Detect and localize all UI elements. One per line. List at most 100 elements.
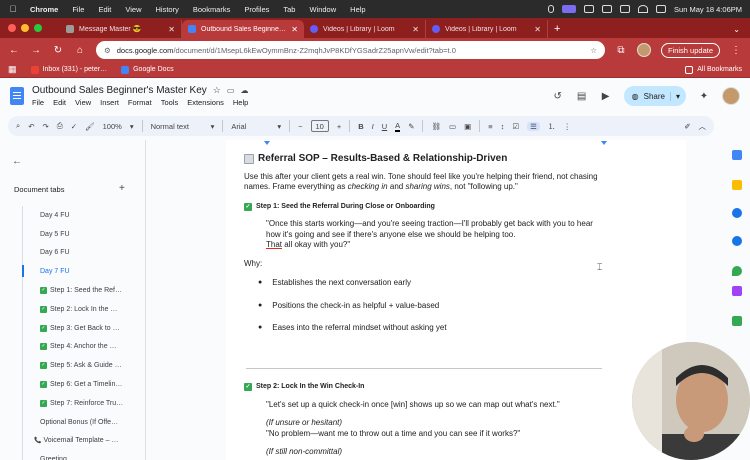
sidebar-tab-item[interactable]: Day 5 FU (22, 225, 142, 244)
menu-history[interactable]: History (156, 5, 179, 14)
site-info-icon[interactable]: ⚙ (104, 46, 111, 55)
sidebar-tab-item[interactable]: Day 7 FU (22, 262, 142, 281)
docs-menu-extensions[interactable]: Extensions (187, 98, 224, 107)
maximize-window-button[interactable] (34, 24, 42, 32)
docs-menu-format[interactable]: Format (128, 98, 152, 107)
sidebar-tab-item[interactable]: ✓ Step 6: Get a Timelin… (22, 375, 142, 394)
menubar-clock[interactable]: Sun May 18 4:06PM (674, 5, 742, 14)
spelling-underline-word[interactable]: That (266, 240, 282, 249)
maps-icon[interactable] (732, 266, 742, 276)
reload-icon[interactable]: ↻ (52, 45, 64, 56)
tab-search-chevron-icon[interactable]: ⌄ (733, 20, 740, 38)
webcam-bubble[interactable] (632, 342, 750, 460)
history-icon[interactable]: ↺ (552, 90, 564, 102)
control-center-icon[interactable] (656, 5, 667, 13)
menu-app-name[interactable]: Chrome (30, 5, 58, 14)
battery-icon[interactable] (620, 5, 631, 13)
ruler-indent-marker[interactable] (264, 141, 270, 145)
close-sidebar-arrow-icon[interactable]: ← (12, 156, 22, 167)
sidebar-tab-item[interactable]: Greeting (22, 450, 142, 460)
underline-icon[interactable]: U (382, 122, 387, 131)
document-body[interactable]: Referral SOP – Results-Based & Relations… (244, 153, 604, 346)
close-tab-icon[interactable]: ✕ (534, 25, 541, 34)
document-title[interactable]: Outbound Sales Beginner's Master Key (32, 85, 207, 96)
bold-icon[interactable]: B (358, 122, 363, 131)
docs-menu-help[interactable]: Help (233, 98, 248, 107)
status-icon[interactable] (602, 5, 613, 13)
back-arrow-icon[interactable]: ← (8, 45, 20, 56)
gemini-sparkle-icon[interactable]: ✦ (698, 90, 710, 102)
browser-tab[interactable]: Videos | Library | Loom ✕ (304, 20, 426, 38)
move-folder-icon[interactable]: ▭ (227, 86, 235, 95)
paragraph-style-select[interactable]: Normal text (151, 122, 203, 131)
screen-record-icon[interactable] (562, 5, 577, 13)
add-comment-icon[interactable]: ▭ (449, 122, 456, 131)
zoom-select[interactable]: 100% (103, 122, 122, 131)
browser-tab-active[interactable]: Outbound Sales Beginner's Ma… ✕ (182, 20, 304, 38)
close-tab-icon[interactable]: ✕ (291, 25, 298, 34)
apple-icon[interactable]:  (8, 4, 18, 14)
address-bar[interactable]: ⚙ docs.google.com/document/d/1MsepL6kEwO… (96, 41, 605, 59)
close-tab-icon[interactable]: ✕ (168, 25, 175, 34)
close-tab-icon[interactable]: ✕ (412, 25, 419, 34)
docs-menu-tools[interactable]: Tools (161, 98, 179, 107)
add-icon[interactable] (732, 314, 742, 324)
sidebar-tab-item[interactable]: Day 4 FU (22, 206, 142, 225)
extensions-icon[interactable]: ⧉ (615, 45, 627, 56)
ruler-indent-marker[interactable] (601, 141, 607, 145)
font-size-input[interactable]: 10 (310, 120, 329, 132)
sidebar-tab-item[interactable]: 📞 Voicemail Template – … (22, 432, 142, 451)
chevron-down-icon[interactable]: ▾ (669, 91, 680, 101)
docs-menu-insert[interactable]: Insert (100, 98, 119, 107)
browser-tab[interactable]: Videos | Library | Loom ✕ (426, 20, 548, 38)
tasks-icon[interactable] (732, 208, 742, 218)
all-bookmarks-button[interactable]: All Bookmarks (685, 65, 742, 74)
browser-tab[interactable]: Message Master 😎 ✕ (60, 20, 182, 38)
docs-menu-edit[interactable]: Edit (53, 98, 66, 107)
highlight-color-icon[interactable]: ✎ (408, 122, 414, 131)
menu-bookmarks[interactable]: Bookmarks (193, 5, 231, 14)
bookmark-star-icon[interactable]: ☆ (590, 46, 597, 55)
bulleted-list-icon[interactable]: ☰ (527, 121, 540, 131)
decrease-font-size-icon[interactable]: − (298, 122, 302, 131)
account-avatar[interactable] (722, 87, 740, 105)
sidebar-tab-item[interactable]: Day 6 FU (22, 244, 142, 263)
contacts-icon[interactable] (732, 236, 742, 246)
spellcheck-icon[interactable]: ✓ (71, 122, 77, 131)
insert-image-icon[interactable]: ▣ (464, 122, 471, 131)
comments-icon[interactable]: ▤ (576, 90, 588, 102)
sidebar-tab-item[interactable]: ✓ Step 1: Seed the Ref… (22, 281, 142, 300)
apps-grid-icon[interactable]: ▦ (8, 64, 17, 75)
sidebar-tab-item[interactable]: ✓ Step 7: Reinforce Tru… (22, 394, 142, 413)
line-spacing-icon[interactable]: ↕ (501, 122, 505, 131)
new-tab-button[interactable]: + (554, 20, 560, 38)
sidebar-tab-item[interactable]: Optional Bonus (If Offe… (22, 413, 142, 432)
microphone-icon[interactable] (548, 5, 555, 13)
bookmark-item[interactable]: Google Docs (121, 65, 174, 74)
italic-icon[interactable]: I (372, 122, 374, 131)
minimize-window-button[interactable] (21, 24, 29, 32)
close-window-button[interactable] (8, 24, 16, 32)
menu-file[interactable]: File (72, 5, 84, 14)
insert-link-icon[interactable]: ⛓ (431, 122, 441, 131)
star-icon[interactable]: ☆ (213, 85, 221, 96)
addon-icon[interactable] (732, 286, 742, 296)
cloud-saved-icon[interactable]: ☁ (240, 86, 248, 95)
paint-format-icon[interactable]: 🖌 (85, 122, 95, 131)
menu-profiles[interactable]: Profiles (244, 5, 269, 14)
add-tab-button[interactable]: + (119, 183, 125, 194)
align-icon[interactable]: ≡ (488, 122, 492, 131)
bookmark-item[interactable]: Inbox (331) - peter… (30, 65, 107, 74)
menu-edit[interactable]: Edit (98, 5, 111, 14)
sidebar-tab-item[interactable]: ✓ Step 5: Ask & Guide … (22, 356, 142, 375)
menu-window[interactable]: Window (309, 5, 336, 14)
docs-menu-view[interactable]: View (75, 98, 91, 107)
more-menu-icon[interactable]: ⋮ (730, 45, 742, 56)
share-button[interactable]: ◍ Share ▾ (623, 86, 686, 106)
collapse-menus-icon[interactable]: ︿ (699, 121, 707, 132)
sidebar-tab-item[interactable]: ✓ Step 4: Anchor the … (22, 338, 142, 357)
home-icon[interactable]: ⌂ (74, 45, 86, 56)
print-icon[interactable]: ⎙ (57, 121, 63, 131)
editing-mode-icon[interactable]: ✐ (684, 122, 690, 131)
google-docs-logo-icon[interactable] (10, 87, 24, 105)
